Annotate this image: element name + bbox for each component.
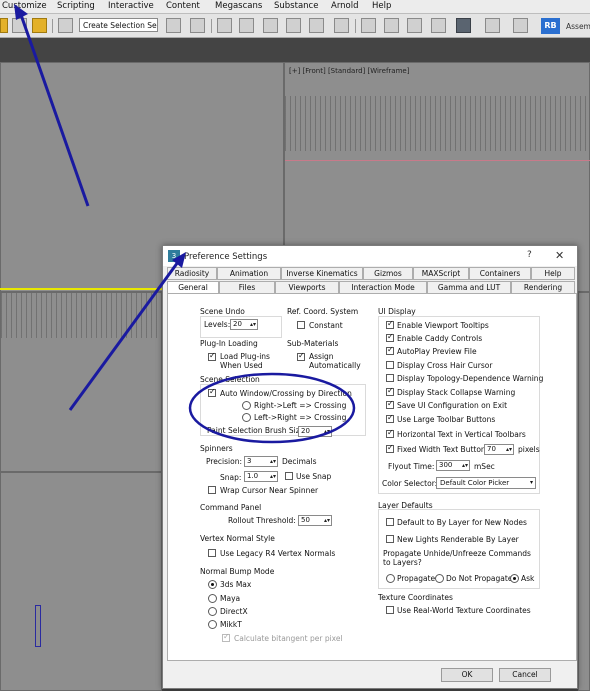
- arrow-line-customize: [18, 11, 90, 207]
- annotation-overlay: [14, 4, 356, 444]
- scene-selection-highlight-ellipse: [188, 372, 356, 444]
- arrow-line-preferences: [68, 261, 180, 411]
